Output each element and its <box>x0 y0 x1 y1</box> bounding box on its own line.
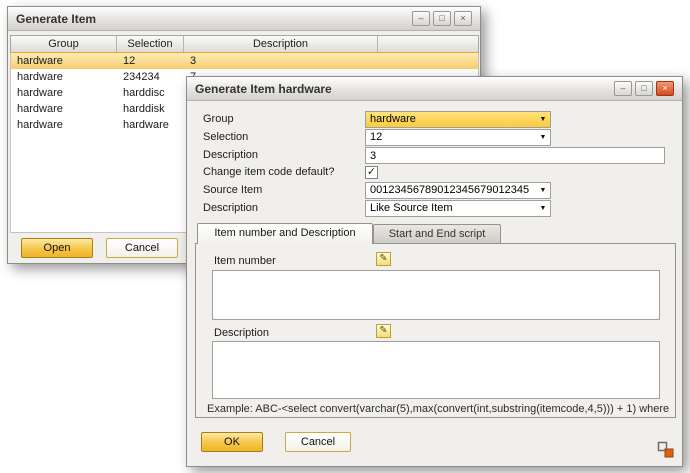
chevron-down-icon[interactable]: ▼ <box>537 183 549 198</box>
table-header-row: Group Selection Description <box>10 35 479 53</box>
minimize-icon[interactable]: – <box>412 11 430 26</box>
cell-group: hardware <box>11 53 117 69</box>
selection-label: Selection <box>203 129 248 146</box>
item-number-label: Item number <box>214 254 276 269</box>
table-row[interactable]: hardware 12 3 <box>11 53 478 69</box>
source-item-value: 00123456789012345679012345 <box>370 183 537 198</box>
item-number-tab-panel: Item number ✎ Description ✎ Example: ABC… <box>195 243 676 418</box>
ok-button[interactable]: OK <box>201 432 263 452</box>
list-window-titlebar[interactable]: Generate Item – □ × <box>8 7 480 31</box>
cancel-button[interactable]: Cancel <box>106 238 178 258</box>
chevron-down-icon[interactable]: ▼ <box>537 130 549 145</box>
cell-selection: 12 <box>117 53 184 69</box>
cell-group: hardware <box>11 85 117 101</box>
pencil-icon: ✎ <box>379 325 387 336</box>
chevron-down-icon[interactable]: ▼ <box>537 201 549 216</box>
column-header-selection[interactable]: Selection <box>117 36 184 52</box>
close-icon[interactable]: × <box>656 81 674 96</box>
window-controls: – □ × <box>412 11 472 26</box>
detail-window-title: Generate Item hardware <box>195 82 332 96</box>
close-icon[interactable]: × <box>454 11 472 26</box>
list-window-title: Generate Item <box>16 12 96 26</box>
group-combo[interactable]: hardware ▼ <box>365 111 551 128</box>
source-item-label: Source Item <box>203 182 262 199</box>
cell-selection: harddisk <box>117 101 184 117</box>
cell-group: hardware <box>11 101 117 117</box>
source-description-label: Description <box>203 200 258 217</box>
selection-combo[interactable]: 12 ▼ <box>365 129 551 146</box>
change-item-code-checkbox[interactable]: ✓ <box>365 166 378 179</box>
change-item-code-label: Change item code default? <box>203 164 334 181</box>
tab-item-number-and-description[interactable]: Item number and Description <box>197 223 373 244</box>
source-description-value: Like Source Item <box>370 201 537 216</box>
cell-group: hardware <box>11 117 117 133</box>
open-button[interactable]: Open <box>21 238 93 258</box>
source-item-combo[interactable]: 00123456789012345679012345 ▼ <box>365 182 551 199</box>
description-textarea[interactable] <box>212 341 660 399</box>
cell-group: hardware <box>11 69 117 85</box>
edit-icon[interactable]: ✎ <box>376 252 391 266</box>
generate-item-hardware-window: Generate Item hardware – □ × Group hardw… <box>186 76 683 467</box>
panel-description-label: Description <box>214 326 269 341</box>
tab-start-and-end-script[interactable]: Start and End script <box>373 224 501 243</box>
window-controls: – □ × <box>614 81 674 96</box>
edit-icon[interactable]: ✎ <box>376 324 391 338</box>
cell-selection: hardware <box>117 117 184 133</box>
source-description-combo[interactable]: Like Source Item ▼ <box>365 200 551 217</box>
detail-window-titlebar[interactable]: Generate Item hardware – □ × <box>187 77 682 101</box>
description-input[interactable] <box>365 147 665 164</box>
cell-selection: harddisc <box>117 85 184 101</box>
example-text: Example: ABC-<select convert(varchar(5),… <box>207 403 671 415</box>
column-header-group[interactable]: Group <box>11 36 117 52</box>
resize-grip-icon[interactable] <box>657 441 674 458</box>
maximize-icon[interactable]: □ <box>635 81 653 96</box>
minimize-icon[interactable]: – <box>614 81 632 96</box>
cancel-button[interactable]: Cancel <box>285 432 351 452</box>
cell-description: 3 <box>184 53 378 69</box>
check-icon: ✓ <box>367 166 376 178</box>
group-value: hardware <box>370 112 537 127</box>
column-header-empty <box>378 36 478 52</box>
item-number-textarea[interactable] <box>212 270 660 320</box>
selection-value: 12 <box>370 130 537 145</box>
column-header-description[interactable]: Description <box>184 36 378 52</box>
cell-selection: 234234 <box>117 69 184 85</box>
group-label: Group <box>203 111 234 128</box>
description-label: Description <box>203 147 258 164</box>
maximize-icon[interactable]: □ <box>433 11 451 26</box>
pencil-icon: ✎ <box>379 253 387 264</box>
chevron-down-icon[interactable]: ▼ <box>537 112 549 127</box>
